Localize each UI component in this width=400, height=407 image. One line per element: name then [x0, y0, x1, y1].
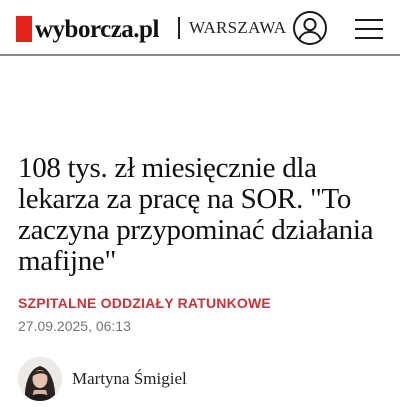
author-avatar[interactable] [18, 357, 62, 401]
site-header: wyborcza.pl WARSZAWA [0, 0, 400, 56]
hamburger-menu-button[interactable] [355, 16, 383, 40]
author-avatar-image [18, 357, 62, 401]
user-account-button[interactable] [293, 11, 327, 45]
article-section-link[interactable]: SZPITALNE ODDZIAŁY RATUNKOWE [18, 294, 271, 312]
user-account-icon [297, 17, 323, 43]
header-divider [178, 17, 180, 39]
publish-date: 27.09.2025, 06:13 [18, 318, 131, 334]
logo-mark [16, 16, 32, 42]
author-name[interactable]: Martyna Śmigiel [72, 369, 187, 389]
hamburger-menu-icon [355, 37, 383, 39]
city-edition-label[interactable]: WARSZAWA [189, 18, 286, 38]
logo-text: wyborcza.pl [35, 15, 159, 43]
hamburger-menu-icon [355, 28, 383, 30]
article-title: 108 tys. zł miesięcznie dla lekarza za p… [18, 152, 374, 277]
author-byline[interactable]: Martyna Śmigiel [18, 356, 187, 402]
hamburger-menu-icon [355, 19, 383, 21]
wyborcza-logo[interactable]: wyborcza.pl [16, 14, 159, 44]
